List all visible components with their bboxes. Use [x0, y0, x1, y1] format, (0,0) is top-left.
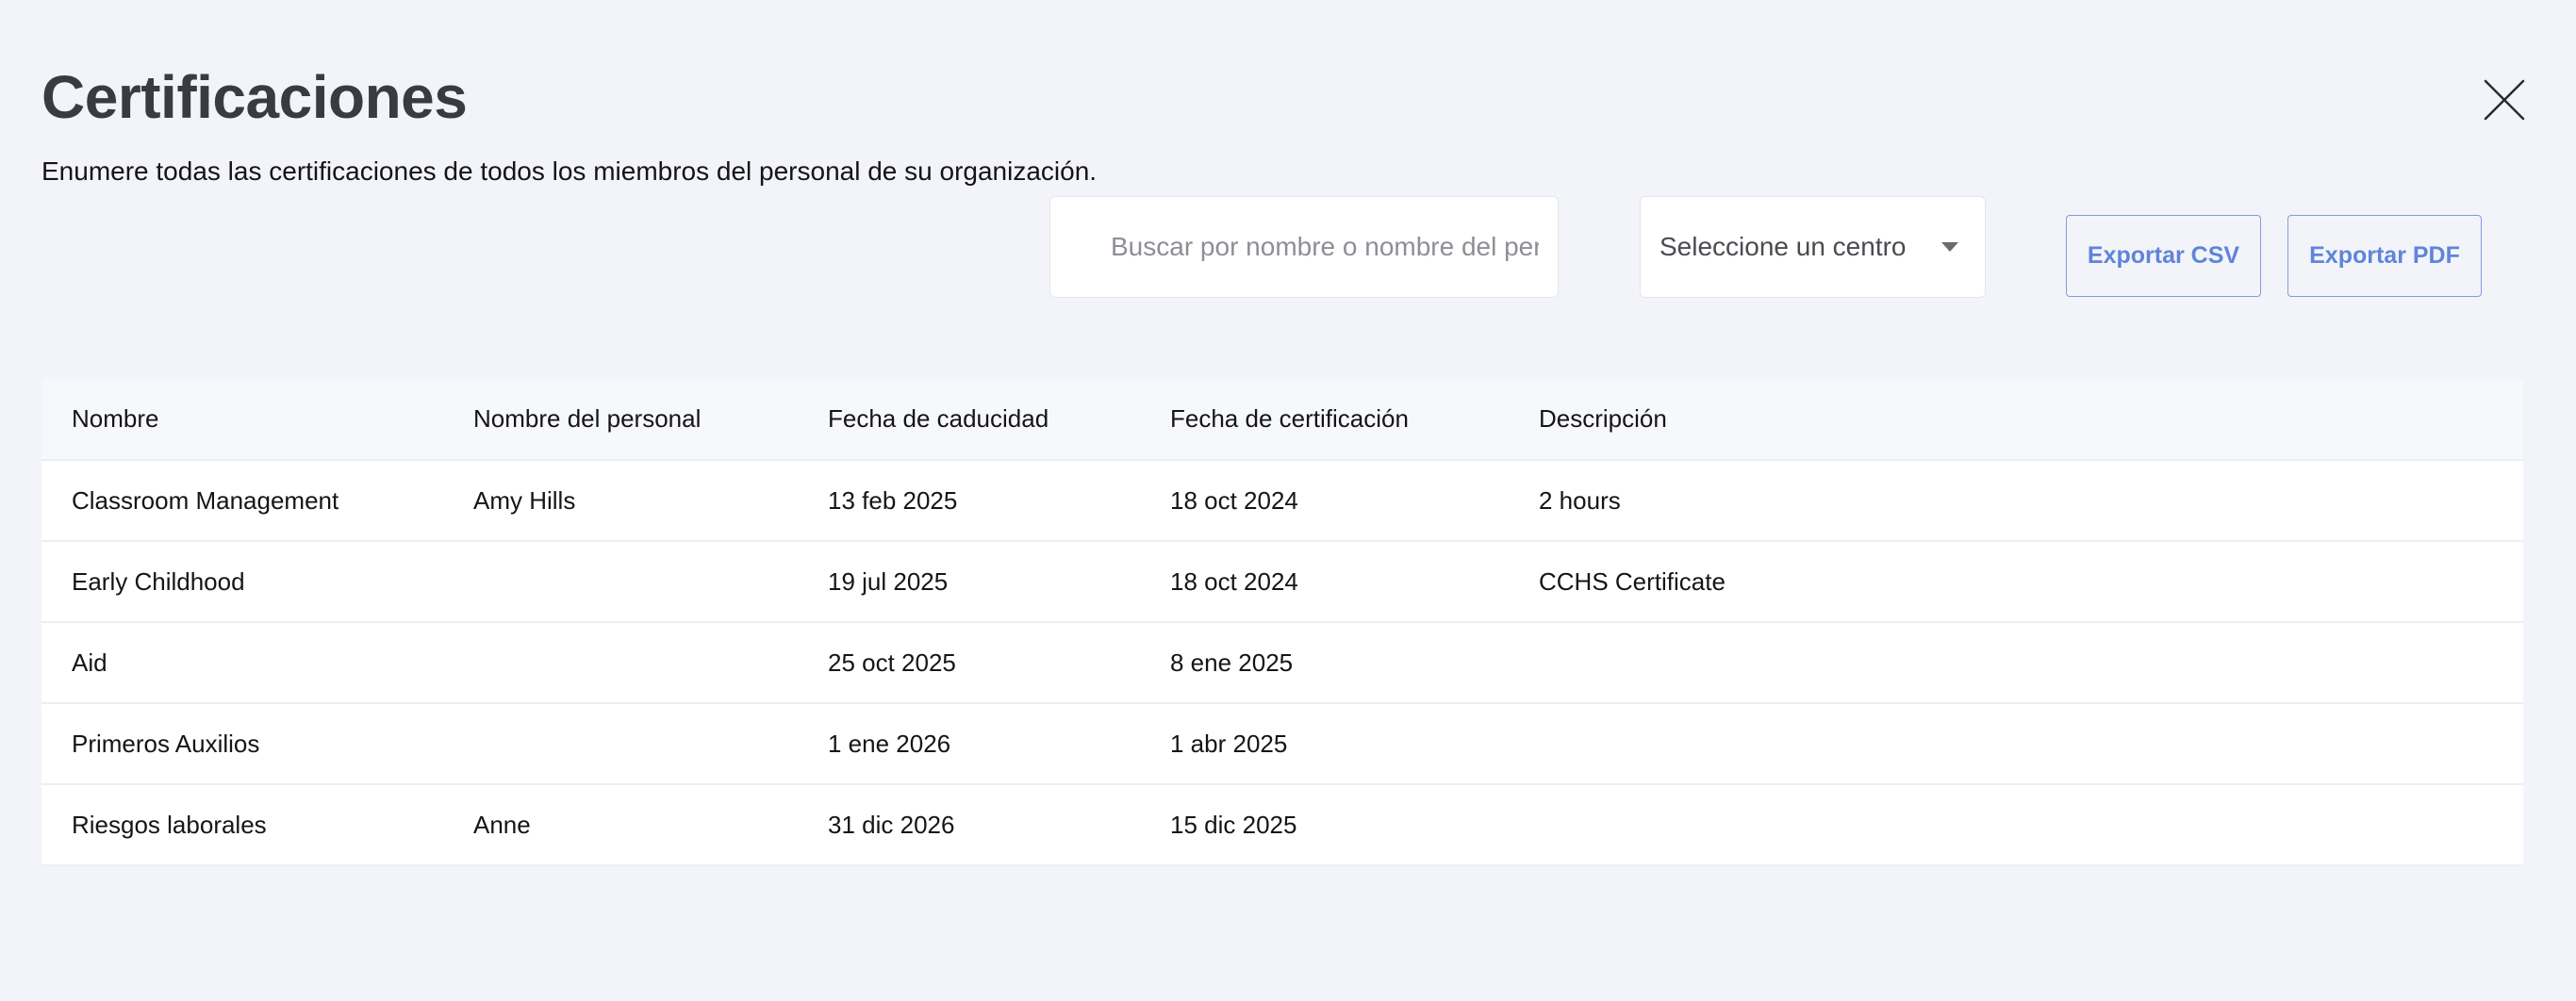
table-row[interactable]: Riesgos laborales Anne 31 dic 2026 15 di… — [41, 784, 2523, 865]
column-header-certification-date[interactable]: Fecha de certificación — [1170, 379, 1539, 460]
cell-expiry-date: 19 jul 2025 — [828, 566, 949, 596]
cell-description — [1539, 622, 2523, 703]
table-row[interactable]: Aid 25 oct 2025 8 ene 2025 — [41, 622, 2523, 703]
cell-description: 2 hours — [1539, 485, 1621, 515]
cell-staff-name — [473, 622, 828, 703]
export-pdf-button[interactable]: Exportar PDF — [2287, 215, 2482, 297]
center-select[interactable]: Seleccione un centro — [1640, 196, 1986, 298]
certifications-modal: Certificaciones Enumere todas las certif… — [0, 0, 2576, 1001]
center-select-value: Seleccione un centro — [1660, 232, 1907, 261]
cell-description: CCHS Certificate — [1539, 566, 1726, 596]
cell-expiry-date: 1 ene 2026 — [828, 729, 951, 758]
cell-description — [1539, 784, 2523, 865]
column-header-staff-name[interactable]: Nombre del personal — [473, 379, 828, 460]
cell-expiry-date: 25 oct 2025 — [828, 648, 956, 677]
column-header-expiry-date[interactable]: Fecha de caducidad — [828, 379, 1170, 460]
cell-certification-date: 1 abr 2025 — [1170, 729, 1288, 758]
certifications-table: Nombre Nombre del personal Fecha de cadu… — [41, 379, 2523, 866]
table-row[interactable]: Primeros Auxilios 1 ene 2026 1 abr 2025 — [41, 703, 2523, 784]
cell-name: Riesgos laborales — [72, 810, 267, 839]
close-button[interactable] — [2478, 74, 2531, 126]
table-row[interactable]: Classroom Management Amy Hills 13 feb 20… — [41, 460, 2523, 541]
page-subtitle: Enumere todas las certificaciones de tod… — [41, 156, 1098, 186]
cell-certification-date: 18 oct 2024 — [1170, 566, 1298, 596]
page-title: Certificaciones — [41, 63, 468, 131]
search-field[interactable] — [1049, 196, 1559, 298]
table-row[interactable]: Early Childhood 19 jul 2025 18 oct 2024 … — [41, 541, 2523, 622]
cell-certification-date: 8 ene 2025 — [1170, 648, 1294, 677]
cell-expiry-date: 13 feb 2025 — [828, 485, 958, 515]
cell-description — [1539, 703, 2523, 784]
chevron-down-icon — [1941, 242, 1958, 252]
cell-name: Classroom Management — [72, 485, 339, 515]
column-header-name[interactable]: Nombre — [41, 379, 473, 460]
cell-name: Primeros Auxilios — [72, 729, 260, 758]
cell-expiry-date: 31 dic 2026 — [828, 810, 955, 839]
export-csv-button[interactable]: Exportar CSV — [2066, 215, 2261, 297]
search-input[interactable] — [1111, 232, 1539, 262]
close-icon — [2484, 79, 2525, 121]
cell-certification-date: 18 oct 2024 — [1170, 485, 1298, 515]
table-header-row: Nombre Nombre del personal Fecha de cadu… — [41, 379, 2523, 460]
cell-name: Early Childhood — [72, 566, 245, 596]
cell-staff-name — [473, 541, 828, 622]
column-header-description[interactable]: Descripción — [1539, 379, 2523, 460]
cell-name: Aid — [72, 648, 107, 677]
cell-staff-name: Anne — [473, 810, 531, 839]
cell-certification-date: 15 dic 2025 — [1170, 810, 1297, 839]
cell-staff-name — [473, 703, 828, 784]
cell-staff-name: Amy Hills — [473, 485, 576, 515]
